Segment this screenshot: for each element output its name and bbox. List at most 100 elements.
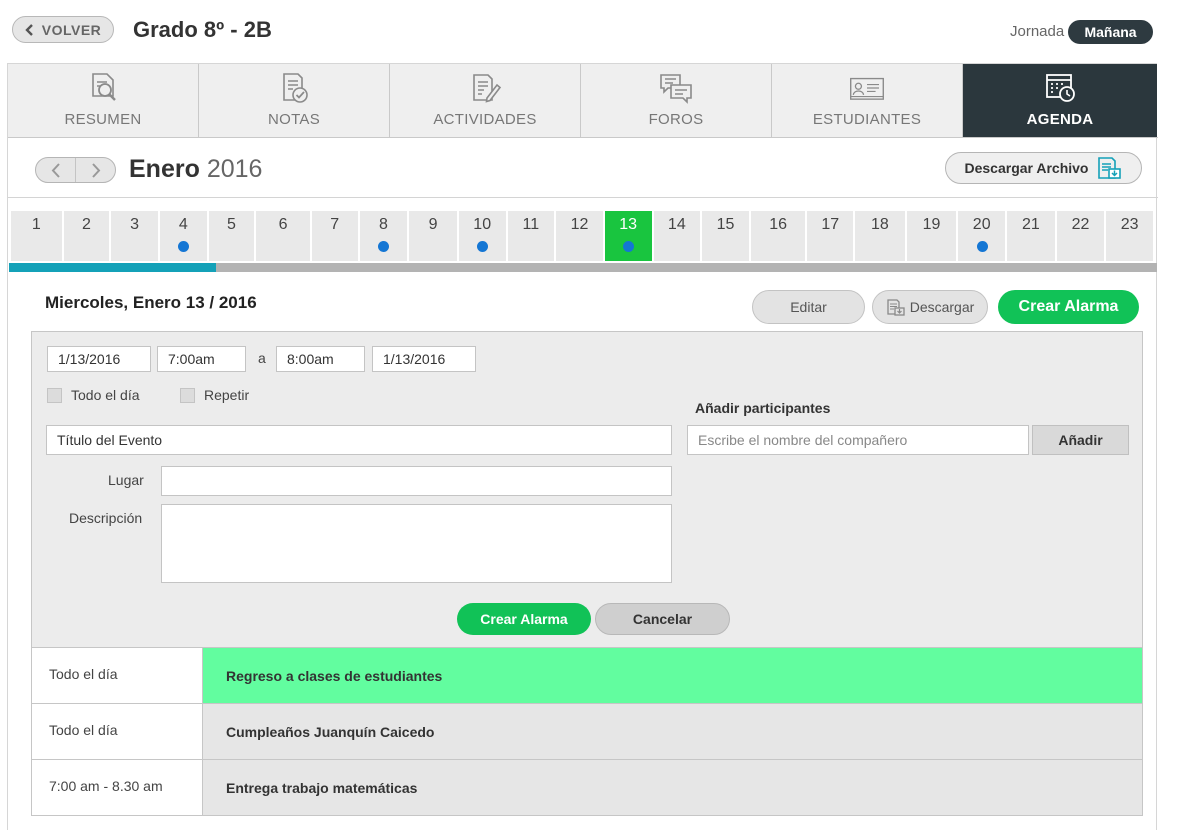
event-time: Todo el día xyxy=(32,648,203,703)
event-list: Todo el día Regreso a clases de estudian… xyxy=(31,648,1143,816)
day-cell-22[interactable]: 22 xyxy=(1056,211,1107,261)
event-time: Todo el día xyxy=(32,704,203,759)
tab-label: ESTUDIANTES xyxy=(812,111,922,128)
tab-resumen[interactable]: RESUMEN xyxy=(8,64,199,137)
day-cell-11[interactable]: 11 xyxy=(507,211,557,261)
previous-month-button[interactable] xyxy=(36,158,75,182)
chat-bubbles-icon xyxy=(660,74,692,104)
download-label: Descargar xyxy=(909,299,975,315)
day-cell-2[interactable]: 2 xyxy=(63,211,112,261)
event-title[interactable]: Entrega trabajo matemáticas xyxy=(203,760,1142,815)
calendar-clock-icon xyxy=(1046,74,1075,102)
day-cell-3[interactable]: 3 xyxy=(111,211,160,261)
back-button[interactable]: VOLVER xyxy=(12,16,114,43)
tab-actividades[interactable]: ACTIVIDADES xyxy=(390,64,581,137)
day-number: 14 xyxy=(667,216,686,233)
event-time: 7:00 am - 8.30 am xyxy=(32,760,203,815)
end-time-input[interactable]: 8:00am xyxy=(276,346,365,372)
tab-label: FOROS xyxy=(648,111,704,128)
event-row: Todo el día Regreso a clases de estudian… xyxy=(31,648,1143,704)
day-cell-16[interactable]: 16 xyxy=(750,211,808,261)
add-participant-button[interactable]: Añadir xyxy=(1032,425,1129,455)
day-cell-21[interactable]: 21 xyxy=(1007,211,1057,261)
month-label: Enero 2016 xyxy=(129,155,262,184)
jornada-badge: Mañana xyxy=(1068,20,1153,44)
day-number: 3 xyxy=(130,216,140,233)
description-textarea[interactable] xyxy=(161,504,672,583)
tab-foros[interactable]: FOROS xyxy=(581,64,772,137)
day-strip: 1 2 3 4 5 6 7 8 9 10 11 12 13 14 15 16 17 18 19 20 21 22 23 xyxy=(11,211,1155,261)
day-number: 8 xyxy=(378,216,388,233)
divider xyxy=(8,197,1158,198)
day-number: 6 xyxy=(278,216,288,233)
id-card-icon xyxy=(850,77,884,100)
day-cell-17[interactable]: 17 xyxy=(807,211,856,261)
event-title[interactable]: Regreso a clases de estudiantes xyxy=(203,648,1142,703)
time-range-separator: a xyxy=(258,350,266,366)
place-label: Lugar xyxy=(108,472,144,488)
day-cell-10[interactable]: 10 xyxy=(458,211,508,261)
event-title[interactable]: Cumpleaños Juanquín Caicedo xyxy=(203,704,1142,759)
event-dot-icon xyxy=(976,241,988,252)
month-year: 2016 xyxy=(206,155,263,183)
tab-label: RESUMEN xyxy=(64,111,142,128)
all-day-checkbox[interactable]: Todo el día xyxy=(47,387,140,403)
day-cell-6[interactable]: 6 xyxy=(256,211,312,261)
main-panel: RESUMEN NOTAS ACTIVIDADES FOROS ESTUDIAN… xyxy=(7,63,1158,830)
description-label: Descripción xyxy=(69,510,143,526)
day-cell-20[interactable]: 20 xyxy=(958,211,1008,261)
event-title-input[interactable]: Título del Evento xyxy=(46,425,672,455)
all-day-label: Todo el día xyxy=(71,387,140,403)
day-number: 4 xyxy=(178,216,188,233)
tab-notas[interactable]: NOTAS xyxy=(199,64,390,137)
day-cell-9[interactable]: 9 xyxy=(409,211,459,261)
repeat-checkbox[interactable]: Repetir xyxy=(180,387,249,403)
chevron-right-icon xyxy=(91,162,100,178)
day-cell-4[interactable]: 4 xyxy=(159,211,209,261)
day-cell-12[interactable]: 12 xyxy=(556,211,605,261)
tab-agenda[interactable]: AGENDA xyxy=(963,64,1157,137)
day-cell-7[interactable]: 7 xyxy=(311,211,360,261)
day-number: 10 xyxy=(473,216,492,233)
month-progress-fill xyxy=(9,263,216,272)
file-download-icon xyxy=(1098,157,1122,179)
day-cell-14[interactable]: 14 xyxy=(653,211,703,261)
day-cell-5[interactable]: 5 xyxy=(208,211,257,261)
next-month-button[interactable] xyxy=(75,158,115,182)
checkbox-box[interactable] xyxy=(47,387,62,403)
tab-label: ACTIVIDADES xyxy=(433,111,537,128)
day-cell-15[interactable]: 15 xyxy=(702,211,751,261)
day-cell-13[interactable]: 13 xyxy=(604,211,654,261)
day-number: 17 xyxy=(821,216,840,233)
checkbox-box[interactable] xyxy=(180,387,195,403)
day-cell-19[interactable]: 19 xyxy=(906,211,959,261)
participant-search-input[interactable]: Escribe el nombre del compañero xyxy=(687,425,1029,455)
document-edit-icon xyxy=(473,74,502,103)
day-cell-23[interactable]: 23 xyxy=(1106,211,1155,261)
event-form: 1/13/2016 7:00am a 8:00am 1/13/2016 Todo… xyxy=(31,331,1143,648)
tab-bar: RESUMEN NOTAS ACTIVIDADES FOROS ESTUDIAN… xyxy=(8,64,1158,138)
jornada-label: Jornada xyxy=(1010,23,1065,40)
cancel-button[interactable]: Cancelar xyxy=(595,603,730,635)
day-number: 15 xyxy=(716,216,735,233)
start-date-input[interactable]: 1/13/2016 xyxy=(47,346,151,372)
day-number: 7 xyxy=(330,216,340,233)
tab-estudiantes[interactable]: ESTUDIANTES xyxy=(772,64,963,137)
day-cell-18[interactable]: 18 xyxy=(855,211,907,261)
event-row: 7:00 am - 8.30 am Entrega trabajo matemá… xyxy=(31,760,1143,816)
clipboard-check-icon xyxy=(283,73,308,103)
edit-button[interactable]: Editar xyxy=(752,290,865,324)
day-number: 23 xyxy=(1120,216,1139,233)
day-cell-8[interactable]: 8 xyxy=(359,211,410,261)
month-progress-bar xyxy=(9,263,1157,272)
create-alarm-button[interactable]: Crear Alarma xyxy=(998,290,1139,324)
tab-label: AGENDA xyxy=(1026,111,1094,128)
end-date-input[interactable]: 1/13/2016 xyxy=(372,346,476,372)
download-file-button[interactable]: Descargar Archivo xyxy=(945,152,1142,184)
submit-alarm-button[interactable]: Crear Alarma xyxy=(457,603,591,635)
day-cell-1[interactable]: 1 xyxy=(11,211,64,261)
place-input[interactable] xyxy=(161,466,672,496)
download-button[interactable]: Descargar xyxy=(872,290,988,324)
back-label: VOLVER xyxy=(41,21,102,38)
start-time-input[interactable]: 7:00am xyxy=(157,346,246,372)
